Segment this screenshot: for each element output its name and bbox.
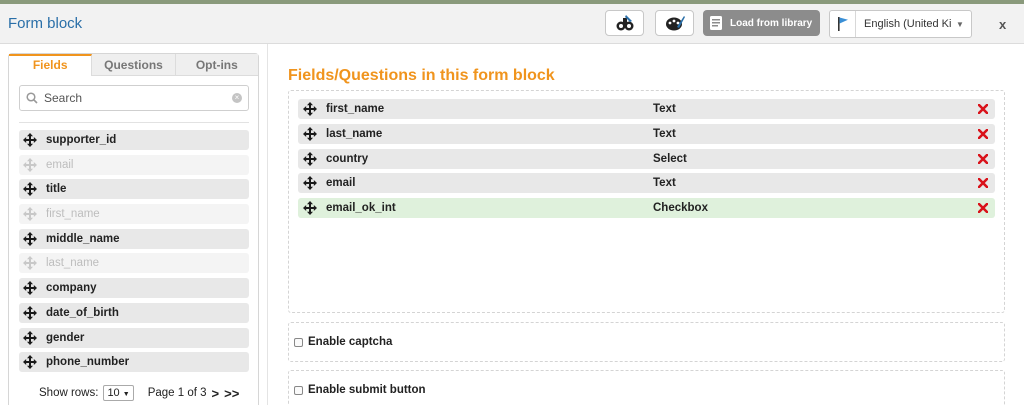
- drag-handle-icon[interactable]: [23, 305, 37, 320]
- list-item[interactable]: gender: [19, 327, 249, 348]
- drag-handle-icon: [23, 256, 37, 271]
- drag-handle-icon[interactable]: [303, 152, 317, 166]
- last-page-button[interactable]: >>: [224, 386, 239, 401]
- available-fields-list: supporter_id email title first_name midd…: [19, 130, 249, 377]
- field-label: last_name: [46, 257, 100, 270]
- panel-tabs: Fields Questions Opt-ins: [9, 54, 258, 76]
- field-type: Checkbox: [653, 202, 708, 214]
- field-label: company: [46, 282, 97, 295]
- drag-handle-icon[interactable]: [23, 330, 37, 345]
- palette-brush-icon: [665, 16, 685, 31]
- field-type: Select: [653, 153, 687, 165]
- table-row[interactable]: country Select: [298, 149, 995, 169]
- search-input[interactable]: Search ×: [19, 85, 249, 111]
- translate-fields-button[interactable]: [605, 10, 644, 36]
- field-type: Text: [653, 177, 676, 189]
- field-name: country: [326, 153, 369, 165]
- field-name: email: [326, 177, 356, 189]
- submit-button-option: Enable submit button: [288, 370, 1005, 405]
- list-item[interactable]: title: [19, 179, 249, 200]
- clear-search-icon[interactable]: ×: [232, 93, 242, 103]
- drag-handle-icon[interactable]: [303, 201, 317, 215]
- table-row[interactable]: first_name Text: [298, 99, 995, 119]
- rows-per-page-select[interactable]: 10 ▼: [103, 385, 134, 401]
- chevron-down-icon: ▼: [122, 391, 130, 398]
- fields-panel: Fields Questions Opt-ins Search × suppor…: [8, 53, 259, 405]
- chevron-down-icon: ▼: [956, 19, 964, 29]
- drag-handle-icon[interactable]: [303, 102, 317, 116]
- drag-handle-icon[interactable]: [303, 127, 317, 141]
- library-icon: [710, 16, 722, 30]
- list-item[interactable]: middle_name: [19, 228, 249, 249]
- drag-handle-icon[interactable]: [23, 281, 37, 296]
- list-item[interactable]: phone_number: [19, 352, 249, 373]
- next-page-button[interactable]: >: [212, 386, 220, 401]
- delete-icon[interactable]: [977, 177, 989, 189]
- list-item[interactable]: supporter_id: [19, 130, 249, 150]
- table-row[interactable]: email_ok_int Checkbox: [298, 198, 995, 218]
- list-item: email: [19, 154, 249, 175]
- drag-handle-icon: [23, 207, 37, 222]
- field-name: email_ok_int: [326, 202, 396, 214]
- drag-handle-icon[interactable]: [23, 133, 37, 147]
- search-icon: [26, 92, 38, 104]
- dialog-header: Form block Load from library English (Un…: [0, 4, 1024, 44]
- delete-icon[interactable]: [977, 103, 989, 115]
- drag-handle-icon[interactable]: [23, 355, 37, 370]
- field-type: Text: [653, 128, 676, 140]
- drag-handle-icon[interactable]: [23, 231, 37, 246]
- language-select[interactable]: English (United Ki... ▼: [829, 10, 972, 38]
- enable-submit-button-checkbox[interactable]: [294, 385, 303, 395]
- captcha-option: Enable captcha: [288, 322, 1005, 362]
- drag-handle-icon[interactable]: [303, 176, 317, 190]
- page-indicator: Page 1 of 3: [147, 387, 207, 399]
- tab-fields[interactable]: Fields: [9, 54, 93, 76]
- close-button[interactable]: x: [999, 17, 1006, 32]
- divider: [19, 122, 249, 123]
- load-from-library-button[interactable]: Load from library: [703, 10, 820, 36]
- dialog-title: Form block: [8, 15, 83, 32]
- field-label: first_name: [46, 208, 100, 221]
- drag-handle-icon[interactable]: [23, 182, 37, 197]
- style-editor-button[interactable]: [655, 10, 694, 36]
- enable-submit-button-label[interactable]: Enable submit button: [308, 384, 426, 396]
- field-name: first_name: [326, 103, 385, 115]
- enable-captcha-checkbox[interactable]: [294, 337, 303, 347]
- page-title: Fields/Questions in this form block: [288, 67, 555, 84]
- pagination: Show rows: 10 ▼ Page 1 of 3 > >>: [39, 385, 239, 401]
- binoculars-icon: [616, 15, 633, 31]
- delete-icon[interactable]: [977, 128, 989, 140]
- table-row[interactable]: email Text: [298, 173, 995, 193]
- search-placeholder: Search: [44, 91, 83, 105]
- field-label: date_of_birth: [46, 306, 119, 319]
- field-label: gender: [46, 331, 85, 344]
- table-row[interactable]: last_name Text: [298, 124, 995, 144]
- enable-captcha-label[interactable]: Enable captcha: [308, 336, 392, 348]
- field-label: title: [46, 183, 67, 196]
- language-select-value: English (United Ki...: [864, 18, 952, 30]
- form-block-dropzone[interactable]: first_name Text last_name Text country S…: [288, 90, 1005, 313]
- delete-icon[interactable]: [977, 202, 989, 214]
- field-name: last_name: [326, 128, 383, 140]
- tab-questions[interactable]: Questions: [92, 54, 176, 76]
- show-rows-label: Show rows:: [39, 387, 99, 399]
- list-item[interactable]: company: [19, 278, 249, 299]
- list-item: last_name: [19, 253, 249, 274]
- rows-per-page-value: 10: [107, 387, 120, 399]
- field-label: email: [46, 158, 74, 171]
- field-label: phone_number: [46, 356, 130, 369]
- list-item[interactable]: date_of_birth: [19, 302, 249, 323]
- load-from-library-label: Load from library: [730, 17, 813, 29]
- drag-handle-icon: [23, 157, 37, 172]
- flag-icon: [830, 11, 856, 37]
- field-label: middle_name: [46, 232, 120, 245]
- delete-icon[interactable]: [977, 153, 989, 165]
- tab-opt-ins[interactable]: Opt-ins: [175, 54, 258, 76]
- field-type: Text: [653, 103, 676, 115]
- panel-divider: [267, 44, 268, 405]
- list-item: first_name: [19, 204, 249, 225]
- field-label: supporter_id: [46, 134, 117, 146]
